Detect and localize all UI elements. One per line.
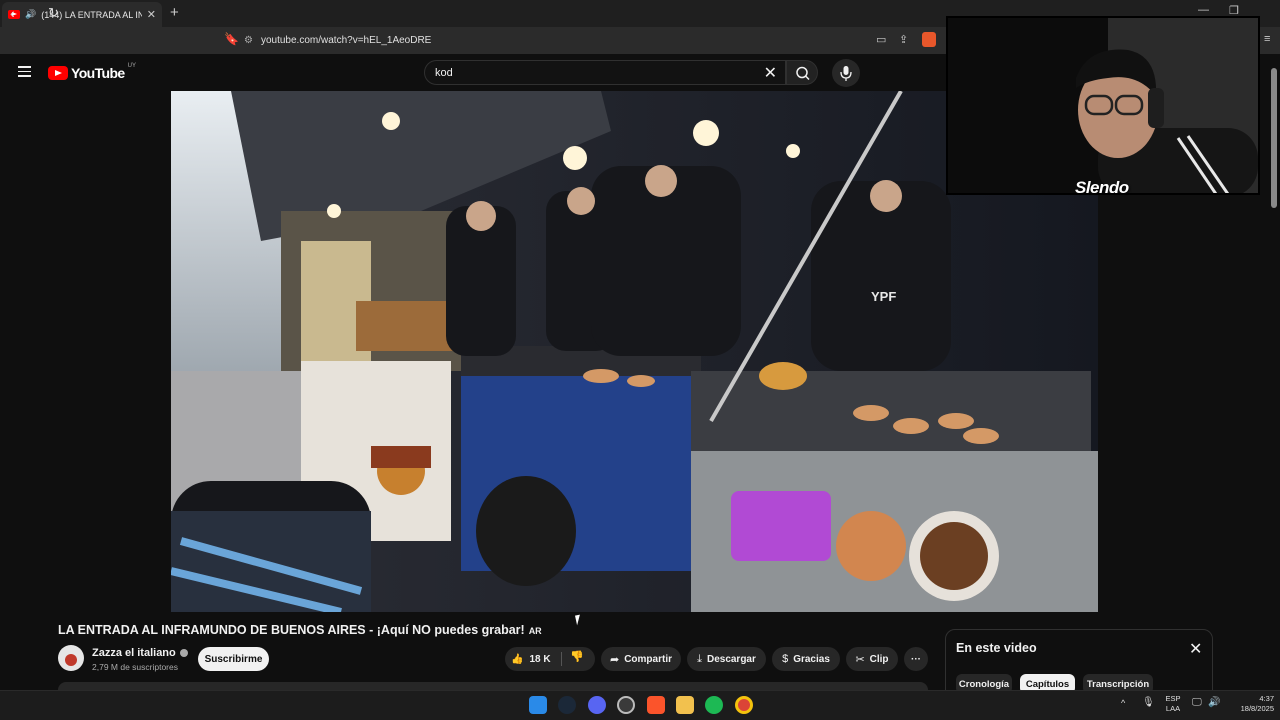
channel-name-text: Zazza el italiano — [92, 647, 176, 659]
share-page-icon[interactable]: ⇪ — [899, 33, 908, 46]
youtube-logo-text: YouTube — [71, 65, 125, 81]
country-code: UY — [127, 63, 136, 69]
search-icon — [796, 66, 810, 81]
browser-menu-icon[interactable]: ≡ — [1264, 33, 1270, 45]
back-icon[interactable]: ‹ — [10, 5, 15, 21]
streamer-name: Slendo — [1075, 178, 1129, 197]
bookmark-icon[interactable]: 🔖 — [224, 32, 239, 46]
mic-icon — [840, 66, 852, 81]
lang-top: ESP — [1165, 694, 1181, 703]
close-icon[interactable]: ✕ — [1189, 639, 1202, 659]
jersey-text: YPF — [871, 289, 896, 304]
lang-bottom: LAA — [1165, 704, 1181, 713]
windows-start-icon[interactable] — [529, 696, 547, 714]
like-icon: 👍 — [511, 653, 524, 665]
download-icon: ⤓ — [697, 652, 702, 665]
reload-icon[interactable]: ↻ — [48, 5, 59, 21]
thanks-label: Gracias — [793, 653, 830, 665]
clock-date: 18/8/2025 — [1240, 704, 1274, 713]
menu-icon[interactable] — [18, 66, 31, 77]
obs-icon[interactable] — [617, 696, 635, 714]
search-value: kod — [435, 66, 453, 79]
address-bar[interactable]: ⚙ youtube.com/watch?v=hEL_1AeoDRE — [244, 31, 944, 50]
tray-chevron-icon[interactable]: ^ — [1121, 698, 1125, 708]
tray-mic-icon[interactable]: 🎙 — [1142, 697, 1155, 708]
share-icon: ➦ — [609, 653, 620, 666]
browser-tab[interactable]: 🔊 (144) LA ENTRADA AL INFRA ✕ — [2, 2, 162, 27]
channel-name[interactable]: Zazza el italiano — [92, 647, 188, 659]
file-explorer-icon[interactable] — [676, 696, 694, 714]
like-divider — [561, 652, 562, 666]
mouse-cursor — [575, 614, 582, 626]
site-settings-icon[interactable]: ⚙ — [244, 35, 253, 46]
clear-icon[interactable]: ✕ — [764, 63, 777, 83]
spotify-icon[interactable] — [705, 696, 723, 714]
more-icon: ··· — [911, 653, 921, 665]
title-flag: AR — [528, 626, 542, 636]
brave-icon[interactable] — [647, 696, 665, 714]
like-button[interactable]: 👍 18 K — [511, 647, 551, 671]
channel-avatar[interactable] — [58, 645, 84, 671]
volume-icon[interactable]: 🔊 — [1208, 697, 1220, 708]
chrome-icon[interactable] — [735, 696, 753, 714]
search-button[interactable] — [786, 60, 818, 85]
thanks-button[interactable]: $ Gracias — [772, 647, 840, 671]
panel-title: En este video — [956, 641, 1037, 655]
clock[interactable]: 4:37 18/8/2025 — [1224, 694, 1274, 714]
like-count: 18 K — [529, 653, 551, 665]
webcam-overlay — [946, 16, 1260, 195]
share-button[interactable]: ➦ Compartir — [601, 647, 681, 671]
youtube-play-icon — [48, 66, 68, 80]
screen: 🔊 (144) LA ENTRADA AL INFRA ✕ + — ❐ ‹ › … — [0, 0, 1280, 720]
verified-icon — [179, 649, 188, 657]
subscribe-button[interactable]: Suscribirme — [198, 647, 269, 671]
page-scrollbar[interactable] — [1270, 58, 1278, 208]
share-label: Compartir — [624, 653, 672, 665]
more-actions-button[interactable]: ··· — [904, 647, 928, 671]
clock-time: 4:37 — [1259, 694, 1274, 703]
clip-button[interactable]: ✂ Clip — [846, 647, 898, 671]
dislike-icon[interactable]: 👎 — [570, 650, 584, 663]
clip-label: Clip — [869, 653, 889, 665]
cast-icon[interactable]: ▭ — [876, 33, 886, 46]
webcam-frame — [948, 18, 1258, 193]
discord-icon[interactable] — [588, 696, 606, 714]
windows-taskbar — [0, 690, 1280, 720]
video-title-text: LA ENTRADA AL INFRAMUNDO DE BUENOS AIRES… — [58, 623, 525, 637]
voice-search-button[interactable] — [832, 59, 860, 87]
minimize-icon[interactable]: — — [1198, 4, 1209, 16]
search-input[interactable]: kod ✕ — [424, 60, 786, 85]
download-button[interactable]: ⤓ Descargar — [687, 647, 766, 671]
thanks-icon: $ — [782, 653, 789, 665]
url-text: youtube.com/watch?v=hEL_1AeoDRE — [260, 35, 432, 46]
language-indicator[interactable]: ESP LAA — [1162, 694, 1184, 714]
youtube-logo[interactable]: YouTube UY — [48, 63, 136, 81]
network-icon[interactable]: 🖵 — [1192, 697, 1202, 708]
clip-icon: ✂ — [855, 653, 865, 666]
brave-shield-icon[interactable] — [922, 32, 936, 47]
scrollbar-thumb[interactable] — [1271, 68, 1277, 208]
video-title: LA ENTRADA AL INFRAMUNDO DE BUENOS AIRES… — [58, 623, 542, 637]
new-tab-icon[interactable]: + — [170, 4, 179, 21]
forward-icon[interactable]: › — [30, 5, 35, 21]
subscriber-count: 2,79 M de suscriptores — [92, 662, 178, 672]
tab-close-icon[interactable]: ✕ — [147, 8, 156, 21]
steam-icon[interactable] — [558, 696, 576, 714]
download-label: Descargar — [706, 653, 756, 665]
